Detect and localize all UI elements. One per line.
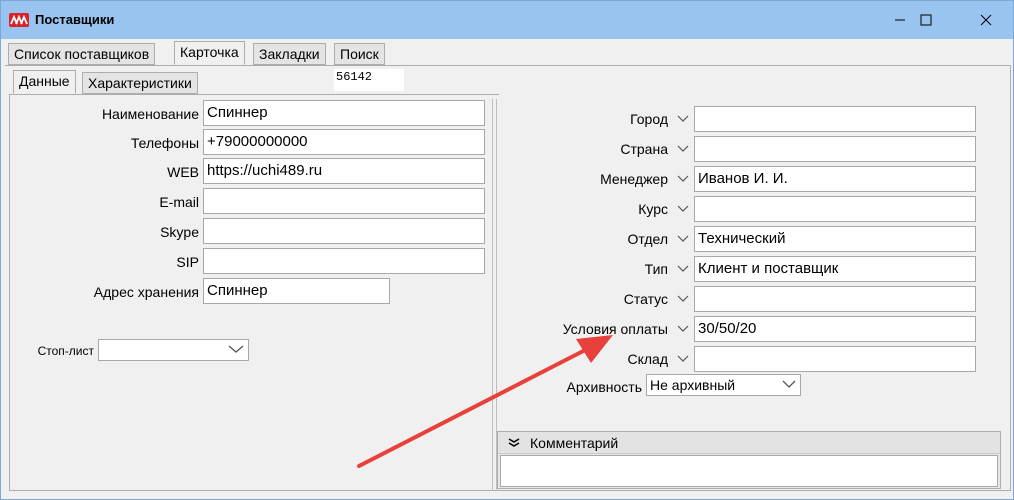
storage-address-field[interactable]: Спиннер (203, 278, 390, 304)
record-id: 56142 (334, 69, 404, 91)
archive-value: Не архивный (650, 377, 736, 393)
tab-bookmarks[interactable]: Закладки (253, 43, 326, 65)
warehouse-label: Склад (627, 351, 668, 367)
payment-terms-field[interactable]: 30/50/20 (694, 316, 976, 342)
comment-label: Комментарий (530, 435, 619, 451)
payment-terms-chevron-icon[interactable] (674, 317, 692, 341)
stoplist-select[interactable] (98, 339, 249, 361)
subtab-characteristics[interactable]: Характеристики (82, 72, 198, 94)
tab-supplier-list[interactable]: Список поставщиков (8, 43, 156, 65)
warehouse-field[interactable] (694, 346, 976, 372)
skype-label: Skype (160, 224, 199, 240)
web-field[interactable]: https://uchi489.ru (203, 158, 485, 184)
suppliers-window: Поставщики Список поставщиков Карточка З… (0, 0, 1014, 500)
chevron-down-icon (228, 345, 244, 353)
close-button[interactable] (963, 1, 1009, 39)
subtab-strip-divider (9, 94, 499, 95)
sip-label: SIP (176, 254, 199, 270)
type-chevron-icon[interactable] (674, 257, 692, 281)
maximize-button[interactable] (903, 1, 949, 39)
storage-address-label: Адрес хранения (93, 284, 199, 300)
type-field[interactable]: Клиент и поставщик (694, 256, 976, 282)
city-chevron-icon[interactable] (674, 107, 692, 131)
rate-label: Курс (638, 201, 668, 217)
maximize-icon (920, 14, 932, 26)
phones-label: Телефоны (130, 135, 199, 151)
warehouse-chevron-icon[interactable] (674, 347, 692, 371)
title-bar: Поставщики (1, 1, 1013, 39)
phones-field[interactable]: +79000000000 (203, 129, 485, 155)
panel-right-border (1010, 65, 1011, 491)
rate-chevron-icon[interactable] (674, 197, 692, 221)
chevron-down-icon (782, 380, 796, 388)
stoplist-label: Стоп-лист (37, 344, 94, 358)
manager-field[interactable]: Иванов И. И. (694, 166, 976, 192)
country-label: Страна (620, 141, 668, 157)
type-label: Тип (644, 261, 668, 277)
payment-terms-label: Условия оплаты (562, 321, 668, 337)
app-logo-icon (9, 13, 29, 27)
comment-section: Комментарий (497, 431, 1001, 489)
sip-field[interactable] (203, 248, 485, 274)
comment-header[interactable]: Комментарий (498, 432, 1000, 454)
tab-search[interactable]: Поиск (334, 43, 385, 65)
status-label: Статус (623, 291, 668, 307)
tab-strip-divider (5, 65, 1011, 66)
comment-textarea[interactable] (500, 455, 998, 487)
tab-card[interactable]: Карточка (174, 41, 245, 65)
email-label: E-mail (159, 194, 199, 210)
name-field[interactable]: Спиннер (203, 100, 485, 126)
web-label: WEB (167, 164, 199, 180)
collapse-chevrons-icon (508, 438, 520, 447)
window-title: Поставщики (35, 12, 115, 27)
department-field[interactable]: Технический (694, 226, 976, 252)
close-icon (980, 14, 992, 26)
manager-chevron-icon[interactable] (674, 167, 692, 191)
country-field[interactable] (694, 136, 976, 162)
archive-label: Архивность (566, 379, 642, 395)
name-label: Наименование (101, 106, 199, 122)
status-chevron-icon[interactable] (674, 287, 692, 311)
panel-bottom-border (9, 490, 1011, 491)
department-chevron-icon[interactable] (674, 227, 692, 251)
department-label: Отдел (627, 231, 669, 247)
subtab-data[interactable]: Данные (13, 70, 76, 94)
panel-left-border (9, 94, 10, 491)
archive-select[interactable]: Не архивный (646, 374, 801, 396)
rate-field[interactable] (694, 196, 976, 222)
manager-label: Менеджер (600, 171, 668, 187)
skype-field[interactable] (203, 218, 485, 244)
city-label: Город (630, 111, 668, 127)
email-field[interactable] (203, 188, 485, 214)
country-chevron-icon[interactable] (674, 137, 692, 161)
city-field[interactable] (694, 106, 976, 132)
status-field[interactable] (694, 286, 976, 312)
